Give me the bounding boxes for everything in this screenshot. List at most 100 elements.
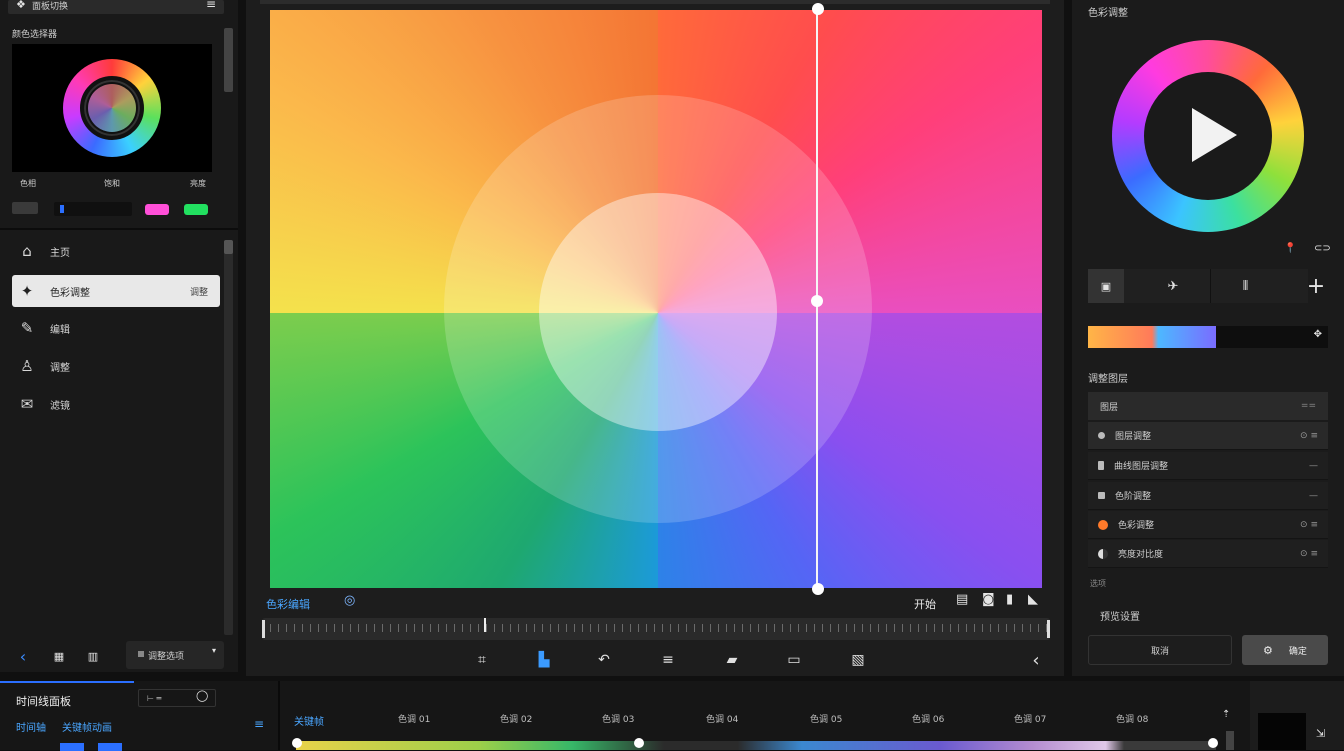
cancel-label: 取消: [1150, 646, 1169, 657]
timeline-panel: 时间线面板 ⊢ ═ ◯ 时间轴 关键帧动画 ≡ 关键帧 色调 01 色调 02 …: [0, 681, 1344, 751]
timeline-ruler[interactable]: [262, 618, 1050, 640]
gradient-bar[interactable]: ✥: [1088, 326, 1328, 348]
track-handle-end[interactable]: [1208, 738, 1218, 748]
layer-toggle-icon[interactable]: ⊙ ≡: [1300, 431, 1318, 441]
eyedropper-icon[interactable]: ✥: [1314, 329, 1322, 340]
levels-icon[interactable]: ≡: [656, 649, 680, 671]
tick-label: 色调 02: [500, 715, 533, 725]
ruler-playhead[interactable]: [484, 618, 486, 632]
select-icon[interactable]: ▙: [532, 649, 556, 671]
divider: [0, 228, 238, 230]
nav-label-filter: 滤镜: [50, 400, 70, 412]
layer-row[interactable]: 色阶调整 —: [1088, 482, 1328, 510]
swatch-green[interactable]: [184, 204, 208, 215]
tab-bars[interactable]: ⫴: [1210, 269, 1280, 303]
pin-icon[interactable]: 📍: [1284, 243, 1296, 254]
mountain-icon[interactable]: ◣: [1028, 592, 1038, 607]
layers-icon[interactable]: ▭: [782, 649, 806, 671]
sub-label: 选项: [1090, 579, 1106, 588]
canvas-ring-inner: [539, 193, 777, 431]
crop-icon[interactable]: ⌗: [470, 649, 494, 671]
gradient-fill: [1088, 326, 1216, 348]
nav-item-color-adjust[interactable]: ✦ 色彩调整 调整: [12, 275, 220, 307]
toggle-icon[interactable]: ⊂⊃: [1314, 243, 1331, 254]
layer-toggle-icon[interactable]: ⊙ ≡: [1300, 549, 1318, 559]
swatch-pink[interactable]: [145, 204, 169, 215]
layer-lock-icon: [1098, 461, 1104, 470]
edit-icon: ✎: [20, 319, 34, 337]
layer-row[interactable]: 亮度对比度 ⊙ ≡: [1088, 540, 1328, 568]
swatch-label-2: 饱和: [104, 179, 120, 188]
layer-row[interactable]: 图层调整 ⊙ ≡: [1088, 422, 1328, 450]
timeline-divider: [278, 681, 280, 750]
collapse-lines-icon[interactable]: ==: [1301, 401, 1316, 411]
shrink-icon[interactable]: ⇲: [1316, 727, 1325, 740]
tab-adjust[interactable]: ▣: [1088, 269, 1124, 303]
left-scrollbar[interactable]: [224, 240, 233, 635]
nav-label-color-adjust: 色彩调整: [50, 287, 90, 299]
star-icon: ✦: [20, 282, 34, 300]
tool-tabs: ▣ ✈ ⫴: [1088, 269, 1308, 303]
collapse-icon[interactable]: ‹: [1024, 649, 1048, 671]
left-scroll-thumb[interactable]: [224, 240, 233, 254]
tick-label: 色调 04: [706, 715, 739, 725]
tab-magic[interactable]: ✈: [1138, 269, 1208, 303]
menu-icon[interactable]: ≡: [206, 0, 216, 11]
image-icon[interactable]: ▧: [846, 649, 870, 671]
eraser-icon[interactable]: ▰: [720, 649, 744, 671]
color-slot-dark[interactable]: [12, 202, 38, 214]
tick-label: 色调 08: [1116, 715, 1149, 725]
bottom-select[interactable]: 调整选项 ▾: [126, 641, 224, 669]
grid-icon[interactable]: ▦: [50, 647, 68, 665]
play-icon[interactable]: [1192, 108, 1237, 162]
preview-title: 颜色选择器: [12, 30, 58, 40]
add-icon[interactable]: +: [1304, 273, 1328, 299]
timeline-tab-2[interactable]: 关键帧动画: [62, 719, 112, 734]
curve-icon[interactable]: ↶: [592, 649, 616, 671]
timeline-tab-1[interactable]: 时间轴: [16, 719, 46, 734]
split-handle-mid[interactable]: [811, 295, 823, 307]
layer-toggle-icon[interactable]: ⊙ ≡: [1300, 520, 1318, 530]
layer-row[interactable]: 色彩调整 ⊙ ≡: [1088, 511, 1328, 539]
nav-item-adjust[interactable]: ♙ 调整: [12, 350, 220, 382]
columns-icon[interactable]: ▥: [84, 647, 102, 665]
layer-line-icon[interactable]: —: [1309, 491, 1318, 501]
gear-icon: ⚙: [1263, 643, 1273, 657]
layers-header[interactable]: 图层 ==: [1088, 392, 1328, 420]
timeline-tab-accent: [0, 681, 134, 683]
track-scroll[interactable]: [1226, 731, 1234, 750]
slider-marker: [60, 205, 64, 213]
layer-line-icon[interactable]: —: [1309, 461, 1318, 471]
layer-row[interactable]: 曲线图层调整 —: [1088, 452, 1328, 480]
split-handle-bottom[interactable]: [812, 583, 824, 595]
nav-item-filter[interactable]: ✉ 滤镜: [12, 388, 220, 420]
layer-label: 色彩调整: [1118, 521, 1155, 531]
canvas-area: 色彩编辑 ◎ 开始 ▤ ◙ ▮ ◣ ⌗ ▙ ↶ ≡ ▰ ▭ ▧ ‹: [246, 0, 1064, 676]
back-icon[interactable]: ‹: [12, 645, 34, 667]
circle-icon[interactable]: ◯: [196, 689, 208, 702]
track-handle-start[interactable]: [292, 738, 302, 748]
camera-icon[interactable]: ◙: [982, 592, 995, 607]
ok-button[interactable]: ⚙ 确定: [1242, 635, 1328, 665]
marker-icon[interactable]: ⇡: [1222, 709, 1230, 720]
left-top-bar: ❖ 面板切换 ≡: [8, 0, 224, 14]
color-canvas[interactable]: [270, 10, 1042, 588]
grid-view-icon[interactable]: ▤: [956, 592, 968, 607]
bars-icon[interactable]: ▮: [1006, 592, 1013, 607]
refresh-icon[interactable]: ◎: [344, 593, 355, 608]
left-scrollbar-top[interactable]: [224, 28, 233, 92]
split-handle-top[interactable]: [812, 3, 824, 15]
left-top-title: 面板切换: [32, 2, 69, 12]
timeline-color-track[interactable]: [296, 741, 1216, 750]
tick-label: 色调 06: [912, 715, 945, 725]
nav-item-edit[interactable]: ✎ 编辑: [12, 312, 220, 344]
nav-item-home[interactable]: ⌂ 主页: [12, 235, 220, 267]
color-value-field[interactable]: [54, 202, 132, 216]
mode-lines-icon: ⊢ ═: [147, 693, 162, 703]
track-handle-mid[interactable]: [634, 738, 644, 748]
mini-preview: ⇲: [1250, 681, 1344, 750]
list-icon[interactable]: ≡: [254, 717, 264, 731]
cancel-button[interactable]: 取消: [1088, 635, 1232, 665]
tick-label: 色调 07: [1014, 715, 1047, 725]
canvas-top-strip: [260, 0, 1050, 4]
